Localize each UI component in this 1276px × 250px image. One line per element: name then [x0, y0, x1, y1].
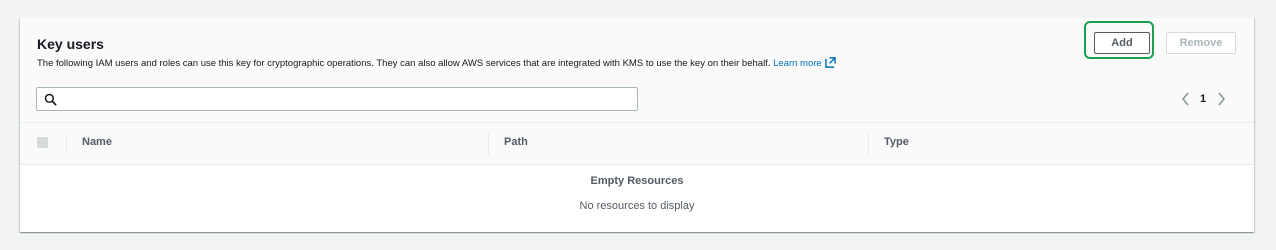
column-divider: [66, 133, 67, 155]
table-header: Name Path Type: [20, 123, 1254, 165]
page-number[interactable]: 1: [1192, 93, 1214, 105]
chevron-right-icon: [1217, 92, 1225, 106]
column-divider: [488, 133, 489, 155]
search-icon: [44, 93, 57, 106]
select-all-checkbox[interactable]: [37, 137, 48, 148]
column-header-type[interactable]: Type: [884, 136, 909, 148]
learn-more-label: Learn more: [773, 58, 822, 69]
empty-state-title: Empty Resources: [590, 175, 684, 187]
column-divider: [868, 133, 869, 155]
key-users-panel: Key users The following IAM users and ro…: [20, 18, 1254, 232]
search-box[interactable]: [36, 87, 638, 111]
chevron-left-icon: [1181, 92, 1189, 106]
column-header-path[interactable]: Path: [504, 136, 528, 148]
pagination: 1: [1178, 90, 1228, 108]
panel-header: Key users The following IAM users and ro…: [20, 18, 1254, 123]
next-page-button[interactable]: [1214, 91, 1228, 107]
panel-title: Key users: [37, 36, 104, 52]
panel-description: The following IAM users and roles can us…: [37, 57, 836, 69]
description-text: The following IAM users and roles can us…: [37, 58, 771, 69]
column-header-name[interactable]: Name: [82, 136, 112, 148]
search-input[interactable]: [63, 88, 633, 110]
remove-button[interactable]: Remove: [1166, 32, 1236, 54]
prev-page-button[interactable]: [1178, 91, 1192, 107]
learn-more-link[interactable]: Learn more: [773, 57, 836, 69]
add-button[interactable]: Add: [1094, 32, 1150, 54]
empty-state-message: No resources to display: [579, 200, 695, 212]
external-link-icon: [824, 57, 836, 68]
